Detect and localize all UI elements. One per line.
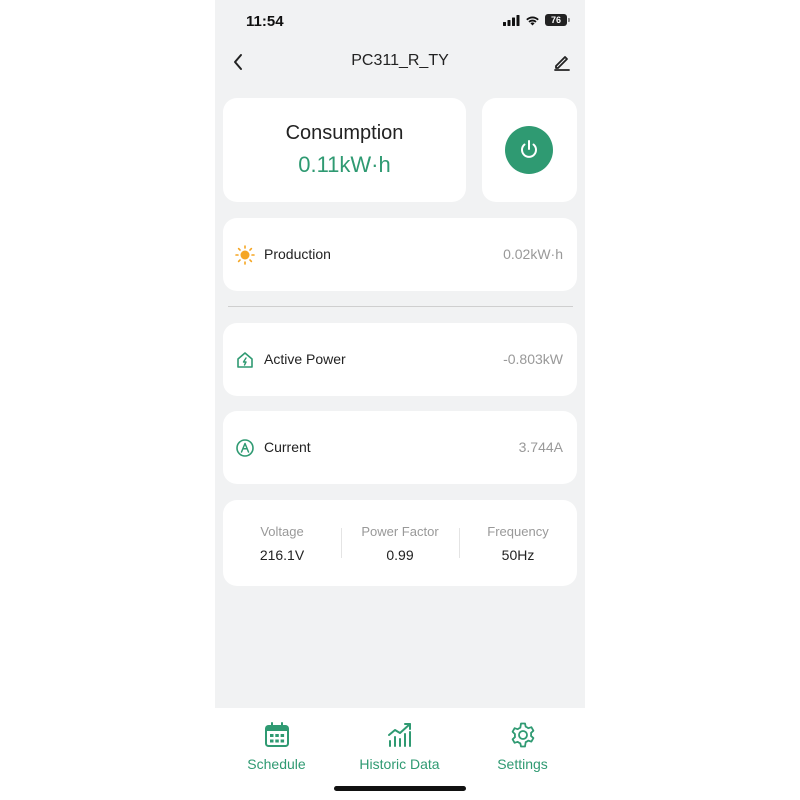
tab-schedule-label: Schedule: [247, 756, 306, 772]
production-label: Production: [264, 246, 331, 262]
frequency-label: Frequency: [487, 524, 549, 539]
status-icons: 76: [503, 14, 570, 26]
voltage-value: 216.1V: [259, 547, 305, 563]
consumption-title: Consumption: [285, 122, 404, 144]
frequency-stat: Frequency 50Hz: [459, 500, 577, 586]
wifi-icon: [526, 16, 539, 25]
production-value: 0.02kW·h: [503, 246, 563, 262]
home-indicator[interactable]: [334, 786, 466, 791]
power-card: [482, 98, 577, 202]
chart-icon: [385, 720, 415, 750]
sun-icon: [235, 245, 255, 265]
power-icon: [521, 140, 537, 158]
status-bar: 11:54 76: [215, 0, 585, 44]
consumption-card: Consumption 0.11kW·h: [223, 98, 466, 202]
voltage-label: Voltage: [260, 524, 304, 539]
electrical-stats-card: Voltage 216.1V Power Factor 0.99 Frequen…: [223, 500, 577, 586]
tab-settings[interactable]: Settings: [461, 720, 584, 780]
calendar-icon: [262, 720, 292, 750]
page-title: PC311_R_TY: [351, 52, 449, 69]
power-factor-stat: Power Factor 0.99: [341, 500, 459, 586]
power-toggle-button[interactable]: [505, 126, 553, 174]
current-label: Current: [264, 439, 311, 455]
tab-settings-label: Settings: [497, 756, 548, 772]
active-power-label: Active Power: [264, 351, 346, 367]
pencil-icon: [554, 56, 570, 71]
power-factor-value: 0.99: [386, 547, 414, 563]
current-value: 3.744A: [518, 439, 563, 455]
gear-icon: [508, 720, 538, 750]
home-power-icon: [235, 350, 255, 370]
section-divider: [228, 306, 573, 307]
consumption-value: 0.11kW·h: [298, 152, 391, 177]
production-row[interactable]: Production 0.02kW·h: [223, 218, 577, 291]
power-factor-label: Power Factor: [361, 524, 439, 539]
tab-historic-data[interactable]: Historic Data: [338, 720, 461, 780]
phone-screen: 11:54 76 PC311_R_TY Consumption 0.11kW·h…: [215, 0, 585, 800]
voltage-stat: Voltage 216.1V: [223, 500, 341, 586]
tab-schedule[interactable]: Schedule: [215, 720, 338, 780]
nav-bar: PC311_R_TY: [215, 44, 585, 80]
tab-historic-data-label: Historic Data: [359, 756, 440, 772]
active-power-row[interactable]: Active Power -0.803kW: [223, 323, 577, 396]
active-power-value: -0.803kW: [503, 351, 563, 367]
current-row[interactable]: Current 3.744A: [223, 411, 577, 484]
ampere-icon: [235, 438, 255, 458]
battery-icon: 76: [545, 14, 570, 26]
signal-icon: [503, 14, 520, 26]
edit-button[interactable]: [549, 49, 575, 75]
status-time: 11:54: [246, 13, 284, 30]
frequency-value: 50Hz: [501, 547, 535, 563]
